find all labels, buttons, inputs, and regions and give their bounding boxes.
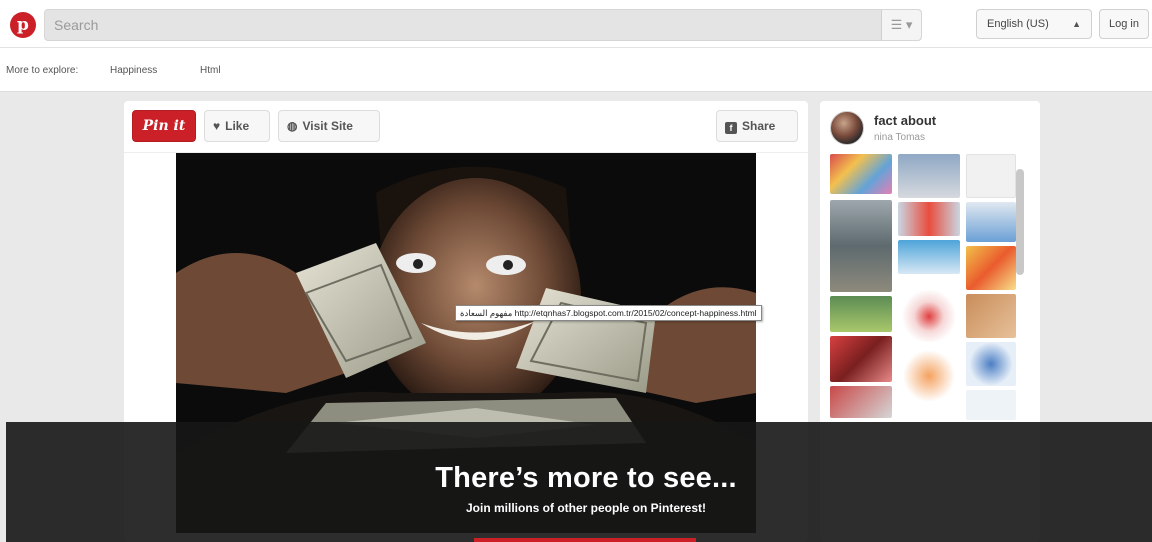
login-button[interactable]: Log in [1099, 9, 1149, 39]
list-menu-icon[interactable]: ☰ ▾ [881, 10, 921, 40]
board-thumbnail[interactable] [898, 278, 960, 342]
language-select[interactable]: English (US) ▲ [976, 9, 1092, 39]
share-label: Share [742, 119, 776, 133]
board-thumbnail[interactable] [966, 342, 1016, 386]
board-thumbnail[interactable] [966, 202, 1016, 242]
board-thumbnail[interactable] [898, 154, 960, 198]
facebook-icon: f [725, 122, 737, 134]
search-box[interactable]: ☰ ▾ [44, 9, 922, 41]
explore-link-html[interactable]: Html [200, 65, 221, 76]
board-thumbnail[interactable] [966, 154, 1016, 198]
link-tooltip: مفهوم السعادة http://etqnhas7.blogspot.c… [455, 305, 762, 321]
signup-button-edge[interactable] [474, 538, 696, 542]
visit-site-button[interactable]: ◍ Visit Site [278, 110, 380, 142]
pin-it-button[interactable]: Pin it [132, 110, 196, 142]
board-thumbnail[interactable] [966, 390, 1016, 420]
overlay-title: There’s more to see... [435, 462, 737, 494]
board-thumbnail[interactable] [830, 296, 892, 332]
board-thumbnail[interactable] [830, 336, 892, 382]
globe-icon: ◍ [287, 119, 298, 133]
board-owner[interactable]: nina Tomas [874, 132, 925, 143]
share-button[interactable]: f Share [716, 110, 798, 142]
tooltip-url: http://etqnhas7.blogspot.com.tr/2015/02/… [514, 308, 757, 318]
board-thumbnail[interactable] [898, 202, 960, 236]
tooltip-arabic-text: مفهوم السعادة [460, 308, 513, 318]
signup-overlay: There’s more to see... Join millions of … [6, 422, 1152, 542]
like-button[interactable]: ♥ Like [204, 110, 270, 142]
board-thumbnail[interactable] [830, 386, 892, 418]
board-thumbnail[interactable] [830, 154, 892, 194]
top-header: p ☰ ▾ English (US) ▲ Log in [0, 0, 1152, 48]
board-thumbnail[interactable] [830, 200, 892, 292]
board-thumbnail[interactable] [966, 246, 1016, 290]
explore-label: More to explore: [6, 65, 79, 76]
pinterest-logo-icon[interactable]: p [10, 12, 36, 38]
like-label: Like [225, 119, 250, 133]
board-thumbnail[interactable] [898, 240, 960, 274]
explore-link-happiness[interactable]: Happiness [110, 65, 157, 76]
board-scrollbar[interactable] [1016, 169, 1024, 275]
visit-site-label: Visit Site [302, 119, 353, 133]
overlay-subtitle: Join millions of other people on Pintere… [465, 501, 707, 515]
search-input[interactable] [45, 10, 865, 40]
board-title[interactable]: fact about [874, 113, 936, 128]
board-thumbnail[interactable] [898, 346, 960, 406]
language-value: English (US) [987, 18, 1049, 30]
pin-action-bar: Pin it ♥ Like ◍ Visit Site f Share [124, 101, 808, 153]
select-arrows-icon: ▲ [1072, 19, 1081, 29]
heart-icon: ♥ [213, 119, 221, 133]
explore-bar: More to explore: Happiness Html [0, 48, 1152, 92]
board-thumbnail[interactable] [966, 294, 1016, 338]
avatar[interactable] [830, 111, 864, 145]
